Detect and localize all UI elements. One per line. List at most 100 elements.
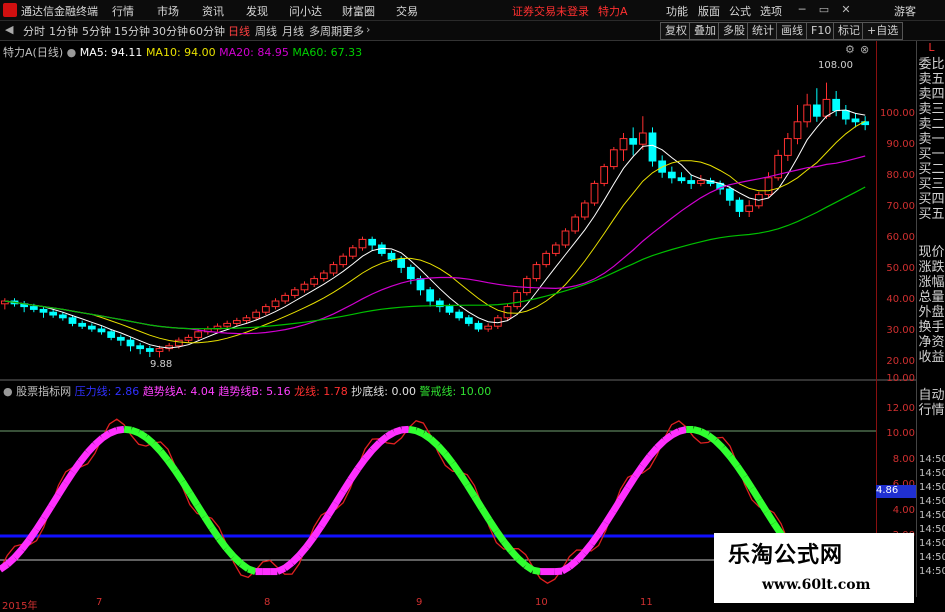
f10-button[interactable]: F10 [806, 22, 836, 40]
trend-segment [380, 437, 387, 443]
tab-15min[interactable]: 15分钟 [114, 23, 150, 39]
candle-body [842, 111, 849, 119]
app-title: 通达信金融终端 [21, 3, 98, 19]
more-chevron-icon[interactable]: › [366, 23, 370, 36]
restore-icon[interactable]: ▭ [816, 2, 832, 18]
trend-segment [299, 547, 306, 556]
ma5-label: MA5: 94.11 [80, 46, 143, 59]
candle-body [804, 105, 811, 122]
panel-buy5: 买五 [917, 203, 945, 222]
menu-xuanxiang[interactable]: 选项 [760, 3, 782, 19]
x-tick: 10 [535, 597, 548, 608]
candle-body [852, 119, 859, 122]
chart-close-icon[interactable]: ⊗ [860, 43, 869, 56]
panel-market[interactable]: 行情 [917, 399, 945, 418]
menu-jiaoyi[interactable]: 交易 [396, 3, 418, 19]
menu-hangqing[interactable]: 行情 [112, 3, 134, 19]
menu-banmian[interactable]: 版面 [698, 3, 720, 19]
watermark-banner: 乐淘公式网 www.60lt.com [714, 533, 914, 603]
trend-segment [467, 485, 474, 497]
candle-body [639, 133, 646, 144]
back-arrow-icon[interactable]: ◀ [5, 23, 13, 36]
ind-dragon: 龙线: 1.78 [294, 385, 348, 398]
ind-pressure: 压力线: 2.86 [75, 385, 140, 398]
trend-segment [226, 548, 233, 556]
candle-body [253, 312, 260, 318]
tab-monthly[interactable]: 月线 [282, 23, 304, 39]
trend-segment [117, 429, 124, 430]
candle-body [736, 200, 743, 211]
candle-body [127, 340, 134, 346]
tab-daily[interactable]: 日线 [228, 23, 250, 39]
trend-segment [66, 472, 73, 483]
add-favorite-button[interactable]: +自选 [862, 22, 903, 40]
trend-segment [767, 512, 774, 523]
menu-wenxiaoda[interactable]: 问小达 [289, 3, 322, 19]
tab-1min[interactable]: 1分钟 [49, 23, 78, 39]
chart-settings-icon[interactable]: ⚙ [845, 43, 855, 56]
tab-30min[interactable]: 30分钟 [152, 23, 188, 39]
price-chart[interactable]: 108.00 9.88 [0, 41, 876, 379]
ma20-label: MA20: 84.95 [219, 46, 289, 59]
candle-body [320, 273, 327, 279]
menu-faxian[interactable]: 发现 [246, 3, 268, 19]
huaxian-button[interactable]: 画线 [776, 22, 808, 40]
trend-segment [650, 448, 657, 457]
candle-body [398, 259, 405, 267]
tab-weekly[interactable]: 周线 [255, 23, 277, 39]
tongji-button[interactable]: 统计 [747, 22, 779, 40]
tab-multi-period[interactable]: 多周期 [309, 23, 342, 39]
menu-zixun[interactable]: 资讯 [202, 3, 224, 19]
trend-segment [496, 531, 503, 541]
trend-segment [29, 529, 36, 539]
tab-fenshi[interactable]: 分时 [23, 23, 45, 39]
time-tick: 14:50 [919, 524, 945, 535]
trend-segment [533, 570, 540, 571]
price-tick: 30.00 [877, 325, 915, 336]
candle-body [407, 267, 414, 278]
candle-body [523, 279, 530, 293]
menu-caifuquan[interactable]: 财富圈 [342, 3, 375, 19]
trend-segment [752, 488, 759, 500]
candle-body [98, 329, 105, 332]
trend-segment [438, 446, 445, 454]
trend-segment [387, 432, 394, 436]
diejia-button[interactable]: 叠加 [689, 22, 721, 40]
trend-segment [606, 511, 613, 523]
minimize-icon[interactable]: ─ [794, 2, 810, 18]
tab-60min[interactable]: 60分钟 [189, 23, 225, 39]
candle-body [359, 239, 366, 247]
tab-5min[interactable]: 5分钟 [82, 23, 111, 39]
trend-segment [102, 433, 109, 438]
biaoji-button[interactable]: 标记 [833, 22, 865, 40]
indicator-name: 股票指标网 [16, 385, 71, 398]
high-annotation: 108.00 [818, 60, 853, 71]
trend-segment [460, 474, 467, 485]
trend-segment [526, 565, 533, 570]
candle-body [272, 301, 279, 307]
low-annotation: 9.88 [150, 359, 172, 370]
candle-body [552, 245, 559, 253]
menu-gongshi[interactable]: 公式 [729, 3, 751, 19]
price-tick: 60.00 [877, 232, 915, 243]
candle-body [456, 312, 463, 318]
x-tick: 11 [640, 597, 653, 608]
menu-gongneng[interactable]: 功能 [666, 3, 688, 19]
close-icon[interactable]: ✕ [838, 2, 854, 18]
price-tick: 100.00 [877, 108, 915, 119]
trend-segment [621, 488, 628, 500]
duogu-button[interactable]: 多股 [718, 22, 750, 40]
trend-segment [701, 431, 708, 435]
guest-button[interactable]: 游客 [894, 3, 916, 19]
trend-segment [475, 497, 482, 509]
fuquan-button[interactable]: 复权 [660, 22, 692, 40]
candle-body [620, 139, 627, 150]
trend-segment [73, 462, 80, 472]
time-tick: 14:50 [919, 510, 945, 521]
menu-shichang[interactable]: 市场 [157, 3, 179, 19]
tab-more[interactable]: 更多 [342, 23, 364, 39]
ind-tick: 8.00 [877, 454, 915, 465]
ma60-label: MA60: 67.33 [292, 46, 362, 59]
watermark-title: 乐淘公式网 [728, 537, 843, 569]
candle-body [69, 318, 76, 324]
